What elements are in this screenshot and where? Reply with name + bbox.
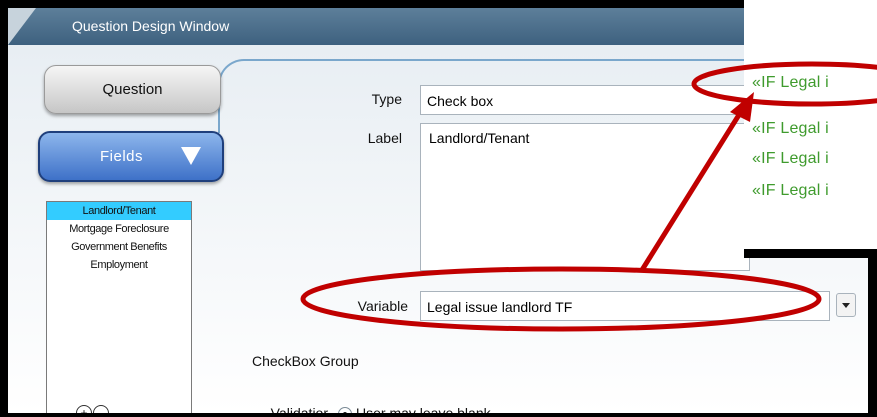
merge-field-line: «IF Legal i — [752, 182, 829, 199]
label-textarea[interactable]: Landlord/Tenant — [420, 123, 750, 271]
validation-radio[interactable] — [338, 407, 352, 413]
triangle-down-icon — [181, 147, 201, 165]
document-snippet-frame: «IF Legal i «IF Legal i «IF Legal i «IF … — [744, 0, 877, 258]
title-bar: Question Design Window — [8, 8, 868, 45]
fields-tab-label: Fields — [100, 148, 144, 165]
type-label: Type — [371, 91, 402, 107]
merge-field-line: «IF Legal i — [752, 150, 829, 167]
list-item[interactable]: Government Benefits — [47, 238, 191, 256]
window-title: Question Design Window — [72, 18, 230, 34]
tab-outline — [218, 59, 280, 133]
list-item[interactable]: Employment — [47, 256, 191, 274]
window-content: Question Fields Landlord/Tenant Mortgage… — [8, 45, 868, 413]
fields-list[interactable]: Landlord/Tenant Mortgage Foreclosure Gov… — [46, 201, 192, 413]
document-snippet: «IF Legal i «IF Legal i «IF Legal i «IF … — [744, 0, 877, 249]
merge-field-line: «IF Legal i — [752, 74, 829, 91]
question-design-window: Question Design Window Question Fields L… — [8, 8, 868, 413]
variable-select[interactable]: Legal issue landlord TF — [420, 291, 830, 321]
variable-dropdown-button[interactable] — [836, 293, 856, 317]
chevron-down-icon — [842, 303, 850, 308]
label-label: Label — [367, 130, 402, 146]
fields-tab-button[interactable]: Fields — [38, 131, 224, 182]
question-tab-button[interactable]: Question — [44, 65, 221, 114]
title-corner-decoration — [8, 8, 36, 45]
radio-selected-dot — [343, 412, 347, 413]
validation-option-label: User may leave blank — [356, 405, 491, 413]
type-select[interactable]: Check box — [420, 85, 750, 115]
list-item[interactable]: Mortgage Foreclosure — [47, 220, 191, 238]
list-item[interactable]: Landlord/Tenant — [47, 202, 191, 220]
merge-field-line: «IF Legal i — [752, 120, 829, 137]
checkbox-group-label: CheckBox Group — [252, 353, 359, 369]
validation-label: Validatior — [270, 405, 328, 413]
screenshot-frame: Question Design Window Question Fields L… — [0, 0, 877, 417]
variable-label: Variable — [357, 298, 408, 314]
